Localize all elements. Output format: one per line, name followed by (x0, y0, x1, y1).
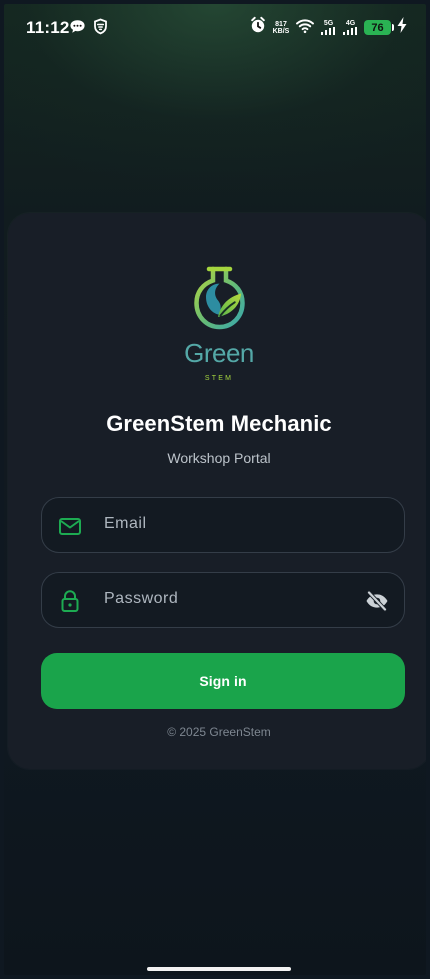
copyright-text: © 2025 GreenStem (167, 725, 271, 739)
status-time: 11:12 (26, 18, 70, 37)
alarm-icon (249, 16, 267, 39)
sign-in-button[interactable]: Sign in (41, 653, 405, 709)
signal-5g-label: 5G (323, 20, 334, 27)
logo-word: Green (184, 338, 254, 368)
app-title: GreenStem Mechanic (106, 411, 332, 436)
portal-subtitle: Workshop Portal (167, 450, 271, 466)
password-field[interactable] (41, 572, 405, 628)
home-indicator[interactable] (147, 967, 291, 971)
signal-icon (342, 27, 357, 35)
email-field[interactable] (41, 497, 405, 553)
status-right: 817 KB/S 5G 4G 76 (249, 16, 408, 39)
flask-leaf-logo-icon (194, 266, 245, 330)
lock-icon (57, 588, 83, 614)
signal-4g-label: 4G (345, 20, 356, 27)
password-input[interactable] (104, 590, 354, 608)
login-card: Green STEM GreenStem Mechanic Workshop P… (8, 213, 426, 769)
battery-icon: 76 (364, 20, 394, 35)
logo-subword: STEM (204, 375, 234, 382)
network-speed-unit: KB/S (272, 27, 290, 35)
network-speed-value: 817 (275, 20, 287, 28)
vpn-shield-icon (92, 18, 109, 40)
wifi-icon (295, 17, 315, 39)
status-bar: 11:12 817 KB/S 5G 4G 76 (4, 4, 426, 48)
network-speed: 817 KB/S (272, 21, 290, 35)
status-left-icons (69, 18, 109, 40)
email-input[interactable] (104, 515, 354, 533)
battery-percent: 76 (371, 21, 384, 34)
charging-icon (396, 16, 408, 39)
login-screen: 11:12 817 KB/S 5G 4G 76 Green STEM Green… (4, 4, 426, 975)
signal-4g: 4G (342, 20, 359, 35)
signal-icon (320, 27, 335, 35)
eye-off-icon (366, 590, 388, 612)
mail-icon (57, 513, 83, 539)
chat-bubble-icon (69, 19, 86, 39)
toggle-password-visibility-button[interactable] (363, 587, 391, 615)
signal-5g: 5G (320, 20, 337, 35)
greenstem-logo: Green STEM (182, 258, 256, 386)
